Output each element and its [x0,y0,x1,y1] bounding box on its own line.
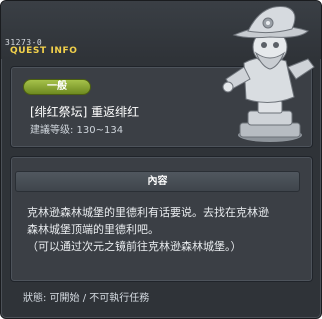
level-requirement: 建議等级: 130~134 [30,125,124,136]
window-title: QUEST INFO [10,46,78,56]
content-header: 內容 [15,171,300,192]
quest-name: [绯红祭坛] 重返绯红 [30,105,140,119]
category-badge: 一般 [23,79,91,95]
quest-info-window: 31273-0 QUEST INFO 一般 [绯红祭坛] 重返绯红 建議等级: … [0,0,322,319]
quest-description: 克林逊森林城堡的里德利有话要说。去找在克林逊 森林城堡顶端的里德利吧。 （可以通… [27,204,303,255]
quest-status: 狀態: 可開始 / 不可執行任務 [23,293,150,304]
description-line: 克林逊森林城堡的里德利有话要说。去找在克林逊 [27,206,269,219]
description-line: 森林城堡顶端的里德利吧。 [27,223,159,236]
description-line: （可以通过次元之镜前往克林逊森林城堡。） [27,240,242,253]
statue-icon [222,6,315,142]
